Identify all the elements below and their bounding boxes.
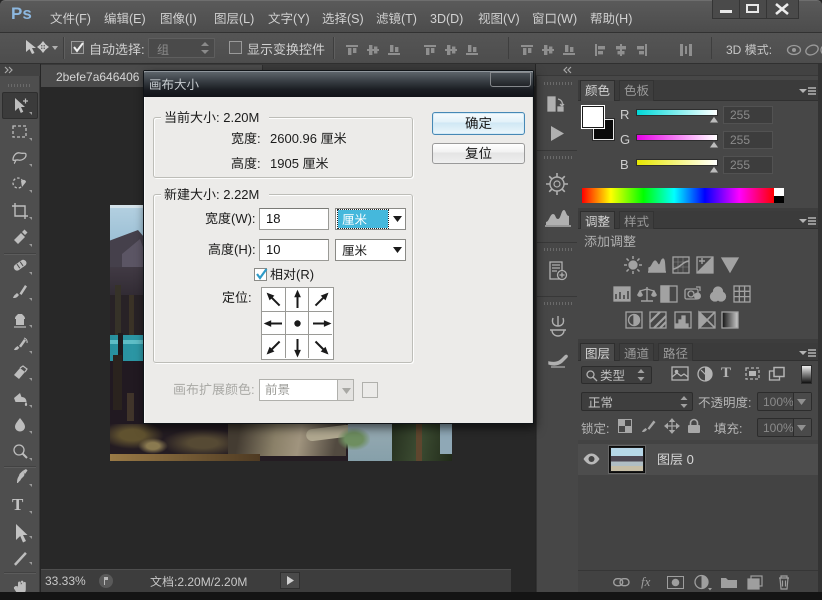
- svg-text:3D(D): 3D(D): [430, 12, 463, 26]
- svg-text:2600.96: 2600.96: [270, 131, 321, 146]
- svg-text:(H):: (H):: [234, 242, 256, 257]
- svg-text::: :: [248, 290, 252, 305]
- svg-text:0: 0: [683, 452, 694, 467]
- svg-text:(H): (H): [615, 12, 632, 26]
- svg-text:(S): (S): [347, 12, 364, 26]
- svg-text:1905: 1905: [270, 156, 303, 171]
- svg-text::: :: [257, 156, 261, 171]
- svg-text::: :: [606, 422, 609, 436]
- svg-text:(L): (L): [239, 12, 254, 26]
- svg-text:(I): (I): [185, 12, 197, 26]
- svg-text:(T): (T): [401, 12, 417, 26]
- svg-text:(W):: (W):: [231, 211, 256, 226]
- svg-text:(E): (E): [129, 12, 146, 26]
- svg-text::: :: [257, 131, 261, 146]
- svg-text::: :: [748, 396, 751, 410]
- svg-text:3D: 3D: [726, 43, 745, 57]
- svg-text:(F): (F): [75, 12, 91, 26]
- svg-text::: :: [769, 43, 772, 57]
- svg-text:: 2.20M: : 2.20M: [216, 110, 259, 125]
- svg-text:(W): (W): [557, 12, 577, 26]
- svg-text::: :: [739, 422, 742, 436]
- svg-text:(R): (R): [296, 267, 314, 282]
- svg-text::: :: [251, 382, 255, 397]
- svg-text:: 2.22M: : 2.22M: [216, 187, 259, 202]
- svg-text::: :: [141, 42, 145, 57]
- svg-text:(Y): (Y): [293, 12, 310, 26]
- svg-text:(V): (V): [503, 12, 520, 26]
- svg-text::2.20M/2.20M: :2.20M/2.20M: [174, 575, 247, 589]
